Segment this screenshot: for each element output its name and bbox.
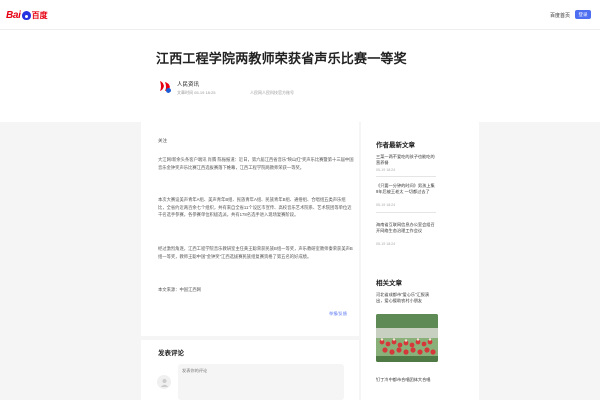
article-date: 05-19 18:24	[376, 242, 396, 246]
page-title: 江西工程学院两教师荣获省声乐比赛一等奖	[156, 52, 407, 67]
article-date: 05-19 18:24	[376, 203, 396, 207]
article-date: 05-19 18:24	[376, 168, 396, 172]
publish-time: 文章时间 05-19 18:25	[177, 90, 216, 95]
login-button[interactable]: 登录	[575, 10, 591, 19]
article-paragraph: 大江网/新余头条客户端讯 肖腾 陈振报道：近日，第六届江西省音乐“映山红”奖声乐…	[158, 157, 354, 170]
stage-photo-icon	[376, 314, 438, 362]
baidu-home-link[interactable]: 百度首页	[550, 12, 570, 19]
user-avatar	[157, 375, 171, 389]
divider	[376, 212, 436, 213]
follow-button[interactable]: 关注	[158, 138, 167, 144]
related-article-photo[interactable]	[376, 314, 438, 362]
people-logo-icon	[157, 78, 173, 94]
logo-text-chinese: 百度	[31, 10, 48, 20]
report-link[interactable]: 举报/反馈	[329, 311, 347, 317]
paw-icon	[21, 10, 31, 20]
comment-heading: 发表评论	[158, 349, 184, 357]
latest-article-link[interactable]: 三菜一两不爱吃的孩子也能吃的营养餐	[376, 154, 436, 166]
comment-input[interactable]	[178, 364, 344, 400]
related-article-link[interactable]: 河北省成都市“爱心乐”汇报演出，爱心援助农村小朋友	[376, 292, 436, 304]
divider	[376, 176, 436, 177]
user-icon	[160, 378, 168, 387]
author-name[interactable]: 人民资讯	[177, 80, 199, 88]
latest-article-link[interactable]: 海南省互联网信息办公室会组召开网络生态治理工作会议	[376, 222, 436, 234]
author-description: 人民网人民科技官方账号	[250, 90, 294, 95]
related-articles-heading: 相关文章	[376, 279, 402, 287]
article-paragraph: 本次大赛设美声青年A组、美声青年B组、民族青年A组、民族青年B组、通俗组、合唱组…	[158, 197, 352, 218]
article-body	[141, 122, 359, 336]
related-article-link[interactable]: 钉丁冷中都市合唱团体大合唱	[376, 377, 436, 383]
baidu-logo[interactable]: Bai 百度	[6, 9, 48, 21]
article-source: 本文来源：中国江西网	[158, 287, 201, 292]
logo-text-latin: Bai	[6, 9, 21, 21]
article-paragraph: 经过激烈角逐，江西工程学院音乐教研室主任黄王聪荣获民族B组一等奖，声乐教研室教师…	[158, 246, 353, 259]
latest-articles-heading: 作者最新文章	[376, 141, 415, 149]
latest-article-link[interactable]: 《只要一分钟的时间》男孩上集 9年后被王老太 一切都过去了	[376, 183, 436, 195]
top-navigation-bar: Bai 百度 百度首页 登录	[0, 0, 600, 30]
author-avatar[interactable]	[157, 78, 173, 94]
article-header	[0, 30, 600, 122]
